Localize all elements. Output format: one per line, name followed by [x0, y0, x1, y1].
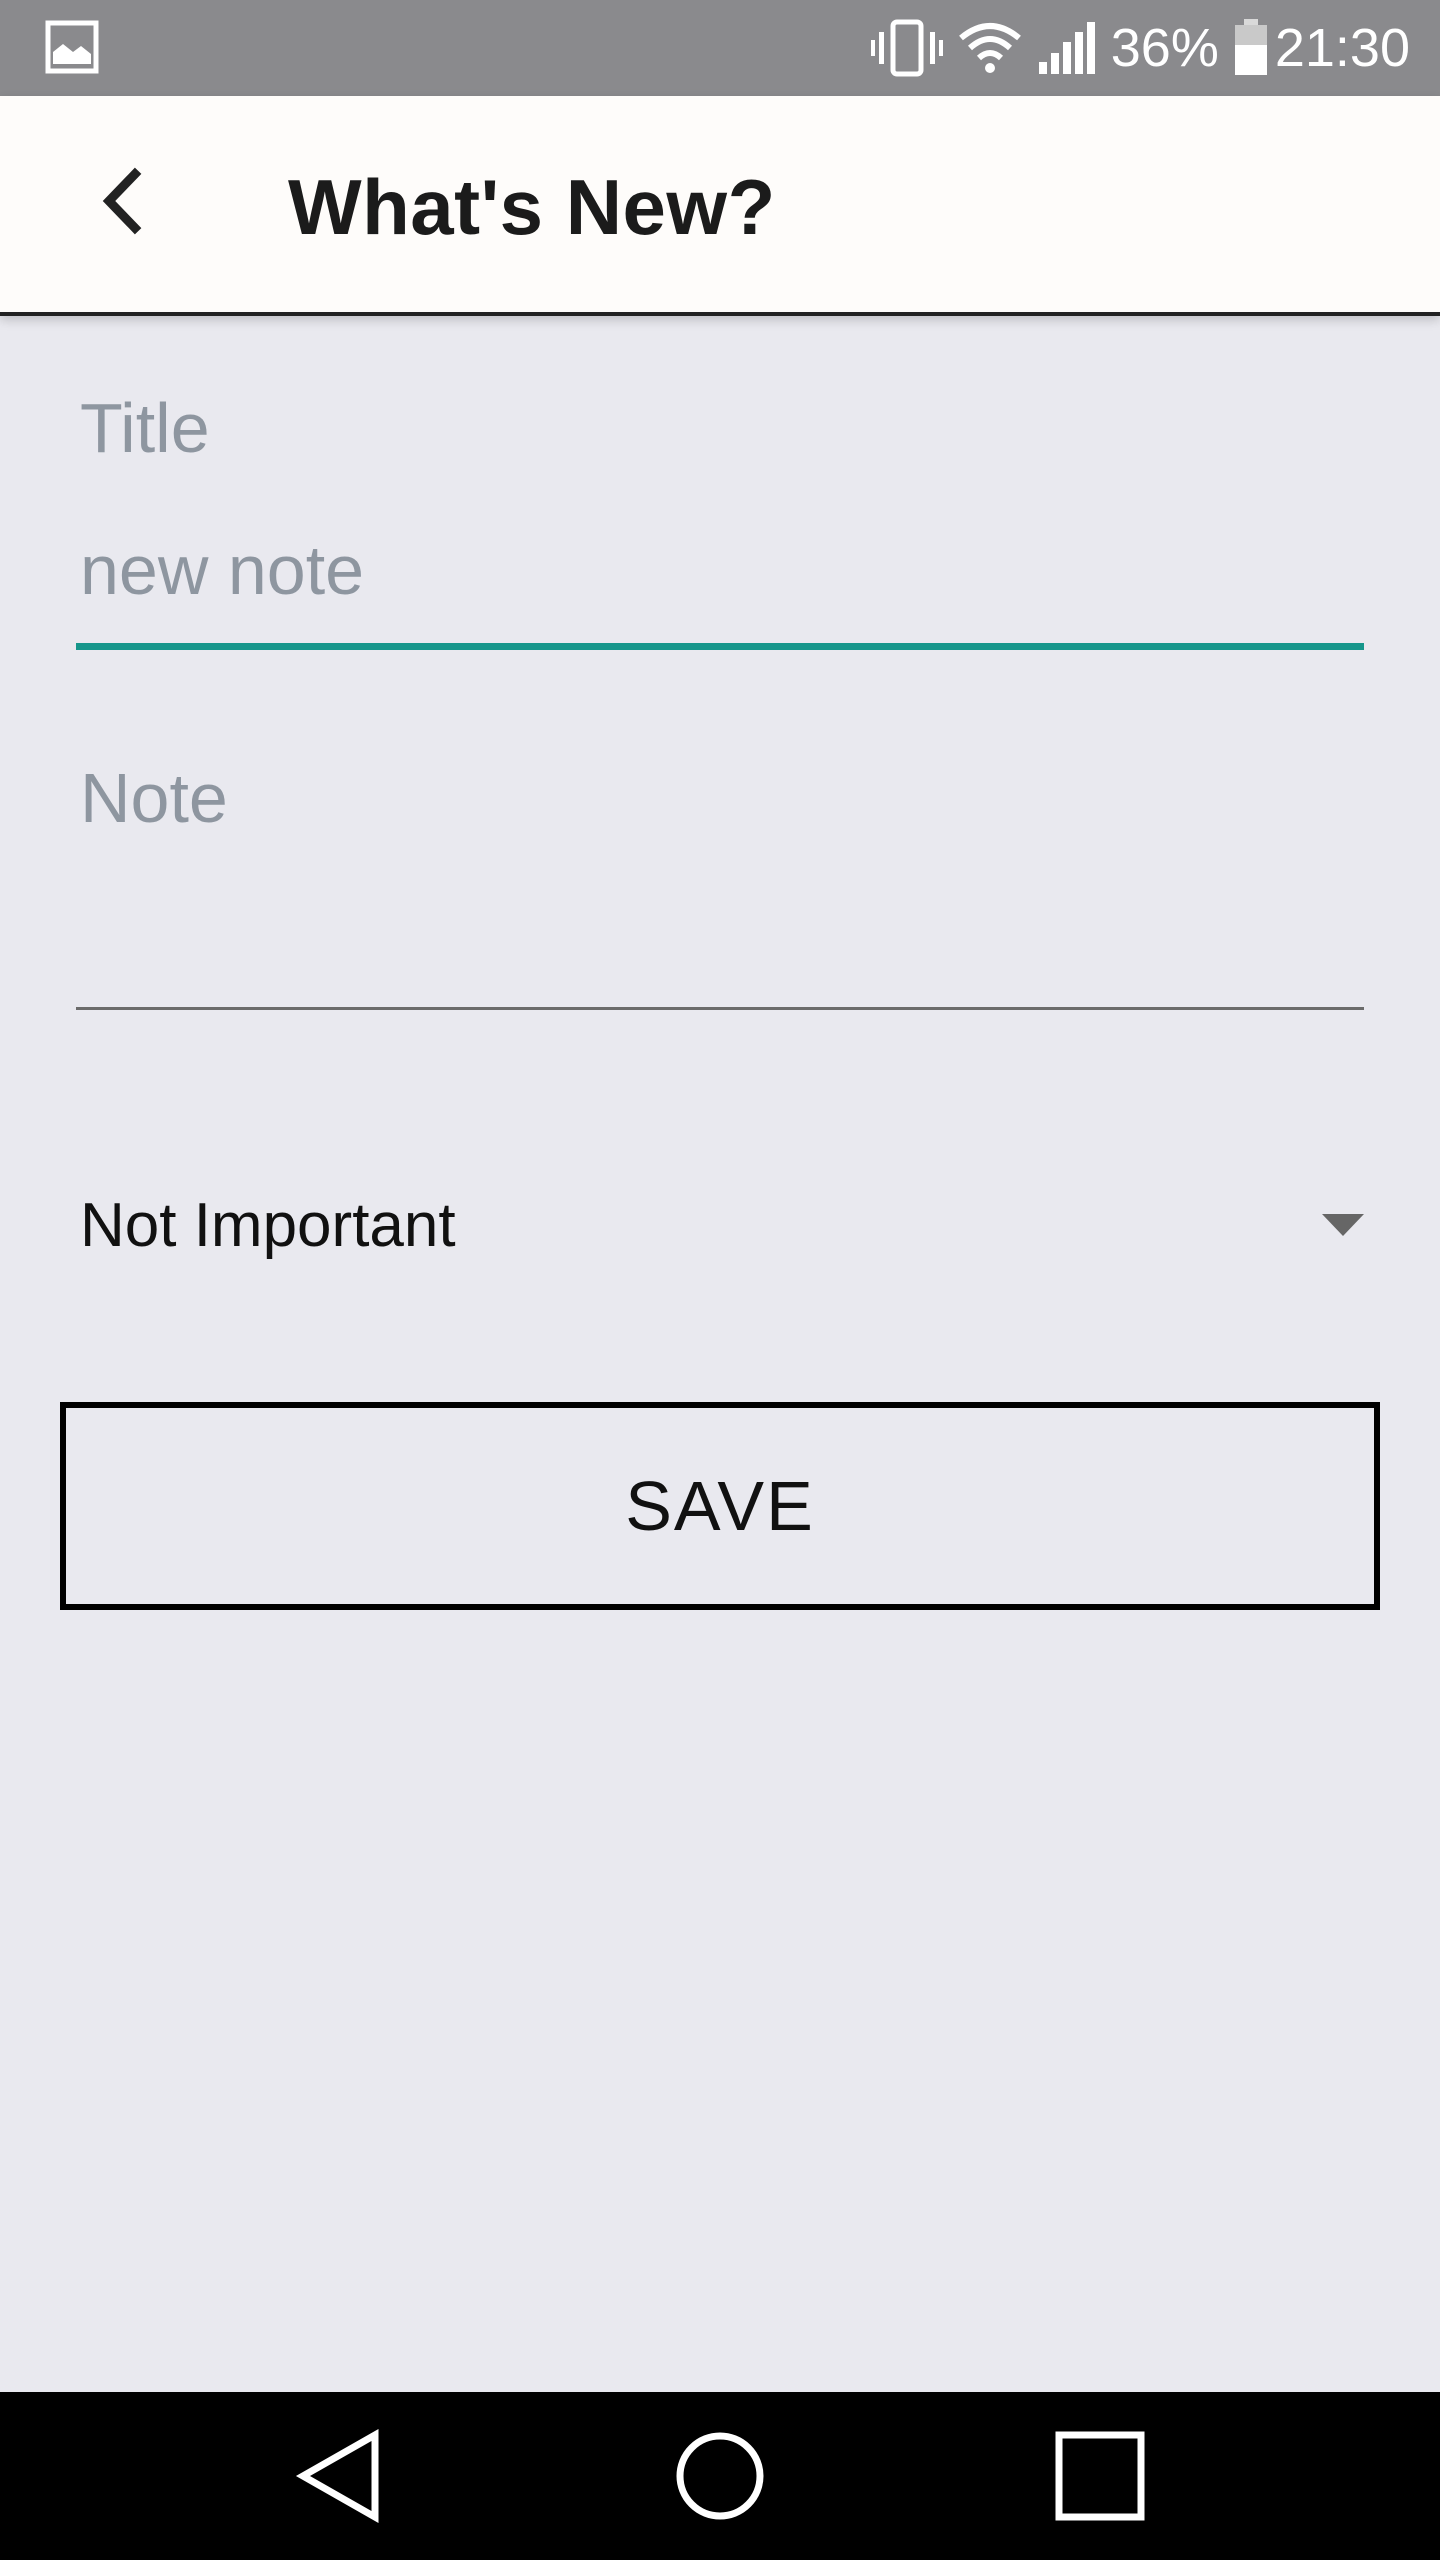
title-input[interactable]: [76, 510, 1364, 650]
save-button[interactable]: SAVE: [60, 1402, 1380, 1610]
page-title: What's New?: [288, 163, 776, 251]
gallery-icon: [45, 20, 99, 74]
priority-dropdown[interactable]: Not Important: [76, 1160, 1366, 1290]
back-arrow-icon: [102, 167, 142, 235]
nav-back-icon: [295, 2429, 379, 2523]
nav-recents-icon: [1055, 2431, 1145, 2521]
chevron-down-icon: [1322, 1214, 1364, 1236]
priority-selected-value: Not Important: [80, 1190, 456, 1260]
status-bar: 36% 21:30: [0, 0, 1440, 96]
status-icons: 36% 21:30: [857, 0, 1410, 96]
clock: 21:30: [1274, 18, 1410, 78]
back-button[interactable]: [72, 151, 172, 251]
nav-bar: [0, 2392, 1440, 2560]
vibrate-icon: [870, 19, 943, 77]
nav-back-button[interactable]: [280, 2420, 400, 2532]
signal-icon: [1038, 22, 1095, 74]
nav-home-button[interactable]: [660, 2420, 780, 2532]
nav-recents-button[interactable]: [1040, 2420, 1160, 2532]
wifi-icon: [958, 23, 1021, 73]
title-label: Title: [80, 389, 210, 467]
battery-percent: 36%: [1110, 18, 1219, 78]
note-input[interactable]: [76, 740, 1364, 1010]
app-bar: What's New?: [0, 96, 1440, 316]
screen: 36% 21:30 What's New? Title Not Importan…: [0, 0, 1440, 2560]
nav-home-icon: [676, 2432, 764, 2520]
battery-icon: [1234, 19, 1267, 75]
